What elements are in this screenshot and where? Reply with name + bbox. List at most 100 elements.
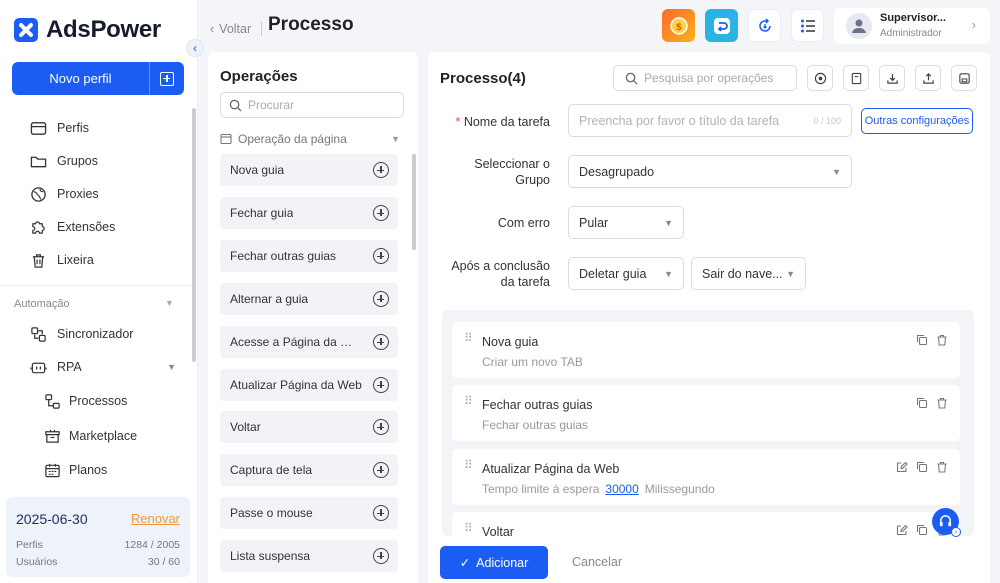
- drag-handle-icon[interactable]: ⠿: [464, 395, 473, 407]
- operation-item[interactable]: Passe o mouse: [220, 497, 398, 529]
- chevron-down-icon[interactable]: ▼: [165, 298, 174, 308]
- add-square-icon: [160, 71, 174, 86]
- copy-icon[interactable]: [916, 461, 928, 473]
- sidebar-item-grupos[interactable]: Grupos: [30, 151, 98, 171]
- header-divider: [261, 22, 262, 36]
- add-circle-icon[interactable]: [373, 462, 389, 478]
- operation-item[interactable]: Fechar outras guias: [220, 240, 398, 272]
- new-profile-button[interactable]: Novo perfil: [12, 62, 184, 95]
- process-search-input[interactable]: Pesquisa por operações: [613, 65, 797, 91]
- record-button[interactable]: [807, 65, 833, 91]
- step-name: Voltar: [482, 525, 514, 536]
- search-placeholder: Procurar: [248, 98, 295, 112]
- back-link[interactable]: ‹ Voltar: [210, 22, 251, 36]
- edit-icon[interactable]: [896, 524, 908, 536]
- operations-group-label: Operação da página: [238, 132, 347, 146]
- add-circle-icon[interactable]: [373, 377, 389, 393]
- sidebar-subitem-planos[interactable]: Planos: [44, 460, 107, 480]
- after-completion-browser-value: Sair do nave...: [702, 266, 783, 281]
- task-list-button[interactable]: [791, 9, 824, 42]
- upload-icon: [922, 72, 934, 84]
- operation-item[interactable]: Voltar: [220, 411, 398, 443]
- add-circle-icon[interactable]: [373, 162, 389, 178]
- drag-handle-icon[interactable]: ⠿: [464, 522, 473, 534]
- task-name-label-text: Nome da tarefa: [463, 115, 550, 129]
- process-step[interactable]: ⠿ Atualizar Página da Web Tempo limite à…: [452, 449, 960, 505]
- operation-item[interactable]: Lista suspensa: [220, 540, 398, 572]
- timeout-value-link[interactable]: 30000: [605, 482, 638, 496]
- update-button[interactable]: [748, 9, 781, 42]
- support-button[interactable]: ›: [932, 508, 961, 537]
- add-circle-icon[interactable]: [373, 334, 389, 350]
- other-configurations-button[interactable]: Outras configurações: [861, 108, 973, 134]
- operation-label: Passe o mouse: [230, 506, 313, 520]
- puzzle-icon: [30, 219, 47, 236]
- drag-handle-icon[interactable]: ⠿: [464, 459, 473, 471]
- collapse-sidebar-button[interactable]: ‹: [186, 39, 204, 57]
- task-name-counter: 0 / 100: [813, 115, 841, 126]
- export-button[interactable]: [915, 65, 941, 91]
- save-button[interactable]: [951, 65, 977, 91]
- add-circle-icon[interactable]: [373, 291, 389, 307]
- operation-item[interactable]: Fechar guia: [220, 197, 398, 229]
- operation-label: Lista suspensa: [230, 549, 311, 563]
- brand-logo[interactable]: AdsPower: [14, 16, 161, 44]
- renew-link[interactable]: Renovar: [131, 511, 180, 526]
- operation-item[interactable]: Alternar a guia: [220, 283, 398, 315]
- edit-icon[interactable]: [896, 461, 908, 473]
- sidebar-item-lixeira[interactable]: Lixeira: [30, 250, 94, 270]
- update-icon: [758, 17, 771, 32]
- add-circle-icon[interactable]: [373, 548, 389, 564]
- import-button[interactable]: [879, 65, 905, 91]
- add-circle-icon[interactable]: [373, 419, 389, 435]
- process-step[interactable]: ⠿ Fechar outras guias Fechar outras guia…: [452, 385, 960, 441]
- trash-icon[interactable]: [936, 334, 948, 346]
- user-name: Supervisor...: [880, 12, 947, 24]
- operations-search-input[interactable]: Procurar: [220, 92, 404, 118]
- process-step[interactable]: ⠿ Voltar: [452, 512, 960, 536]
- user-menu[interactable]: Supervisor... Administrador ›: [834, 8, 990, 44]
- operations-scrollbar[interactable]: [412, 154, 416, 250]
- sidebar-item-extensoes[interactable]: Extensões: [30, 217, 115, 237]
- copy-icon[interactable]: [916, 334, 928, 346]
- operation-item[interactable]: Atualizar Página da Web: [220, 369, 398, 401]
- drag-handle-icon[interactable]: ⠿: [464, 332, 473, 344]
- task-name-label: * Nome da tarefa: [428, 114, 550, 130]
- group-select[interactable]: Desagrupado ▼: [568, 155, 852, 188]
- step-name: Fechar outras guias: [482, 398, 593, 412]
- process-panel: Processo(4) Pesquisa por operações * Nom…: [428, 52, 990, 583]
- operation-item[interactable]: Nova guia: [220, 154, 398, 186]
- plan-profiles-label: Perfis: [16, 539, 43, 551]
- coin-promo-button[interactable]: $: [662, 9, 695, 42]
- sidebar-item-perfis[interactable]: Perfis: [30, 118, 89, 138]
- sidebar-item-rpa[interactable]: RPA ▼: [30, 357, 176, 377]
- batch-add-button[interactable]: [150, 71, 184, 86]
- chevron-down-icon: ▼: [391, 134, 400, 144]
- sidebar-subitem-processos[interactable]: Processos: [44, 391, 127, 411]
- add-circle-icon[interactable]: [373, 248, 389, 264]
- add-button[interactable]: ✓ Adicionar: [440, 546, 548, 579]
- trash-icon[interactable]: [936, 461, 948, 473]
- after-completion-browser-select[interactable]: Sair do nave... ▼: [691, 257, 806, 290]
- operation-item[interactable]: Captura de tela: [220, 454, 398, 486]
- add-circle-icon[interactable]: [373, 205, 389, 221]
- copy-icon[interactable]: [916, 397, 928, 409]
- trash-icon[interactable]: [936, 397, 948, 409]
- sidebar-subitem-marketplace[interactable]: Marketplace: [44, 426, 137, 446]
- sidebar-scrollbar[interactable]: [192, 108, 196, 362]
- on-error-value: Pular: [579, 215, 609, 230]
- task-name-input[interactable]: Preencha por favor o título da tarefa 0 …: [568, 104, 852, 137]
- operations-title: Operações: [220, 68, 298, 85]
- operations-group-header[interactable]: Operação da página ▼: [220, 132, 400, 146]
- copy-icon[interactable]: [916, 524, 928, 536]
- after-completion-tab-select[interactable]: Deletar guia ▼: [568, 257, 684, 290]
- on-error-select[interactable]: Pular ▼: [568, 206, 684, 239]
- add-circle-icon[interactable]: [373, 505, 389, 521]
- sidebar-item-sincronizador[interactable]: Sincronizador: [30, 324, 133, 344]
- operation-item[interactable]: Acesse a Página da Web: [220, 326, 398, 358]
- cancel-button[interactable]: Cancelar: [572, 555, 622, 569]
- sidebar-item-proxies[interactable]: Proxies: [30, 184, 99, 204]
- sync-app-button[interactable]: [705, 9, 738, 42]
- process-step[interactable]: ⠿ Nova guia Criar um novo TAB: [452, 322, 960, 378]
- document-button[interactable]: [843, 65, 869, 91]
